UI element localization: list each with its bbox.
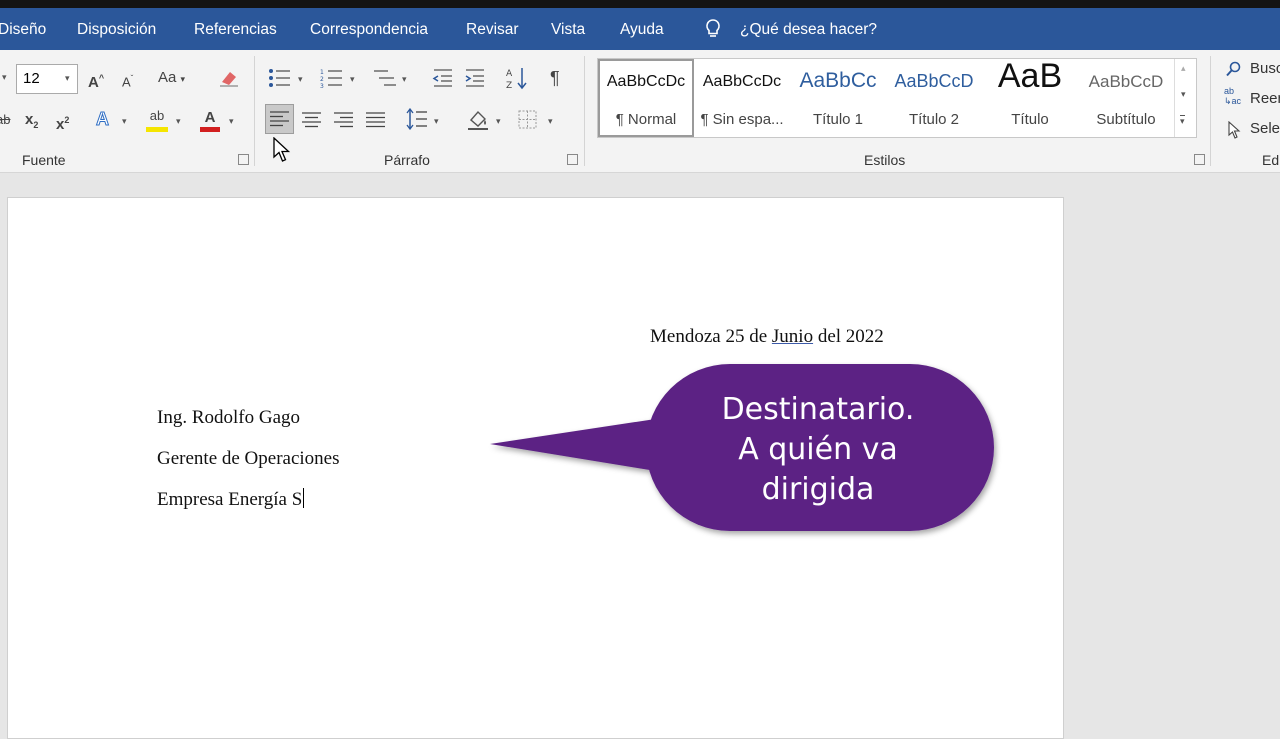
callout-line-3: dirigida [761,472,875,507]
callout-text: Destinatario. A quién va dirigida [648,390,988,510]
callout-line-1: Destinatario. [721,392,915,427]
callout-bubble [490,364,994,531]
callout-line-2: A quién va [738,432,898,467]
callout-shape [490,418,662,472]
